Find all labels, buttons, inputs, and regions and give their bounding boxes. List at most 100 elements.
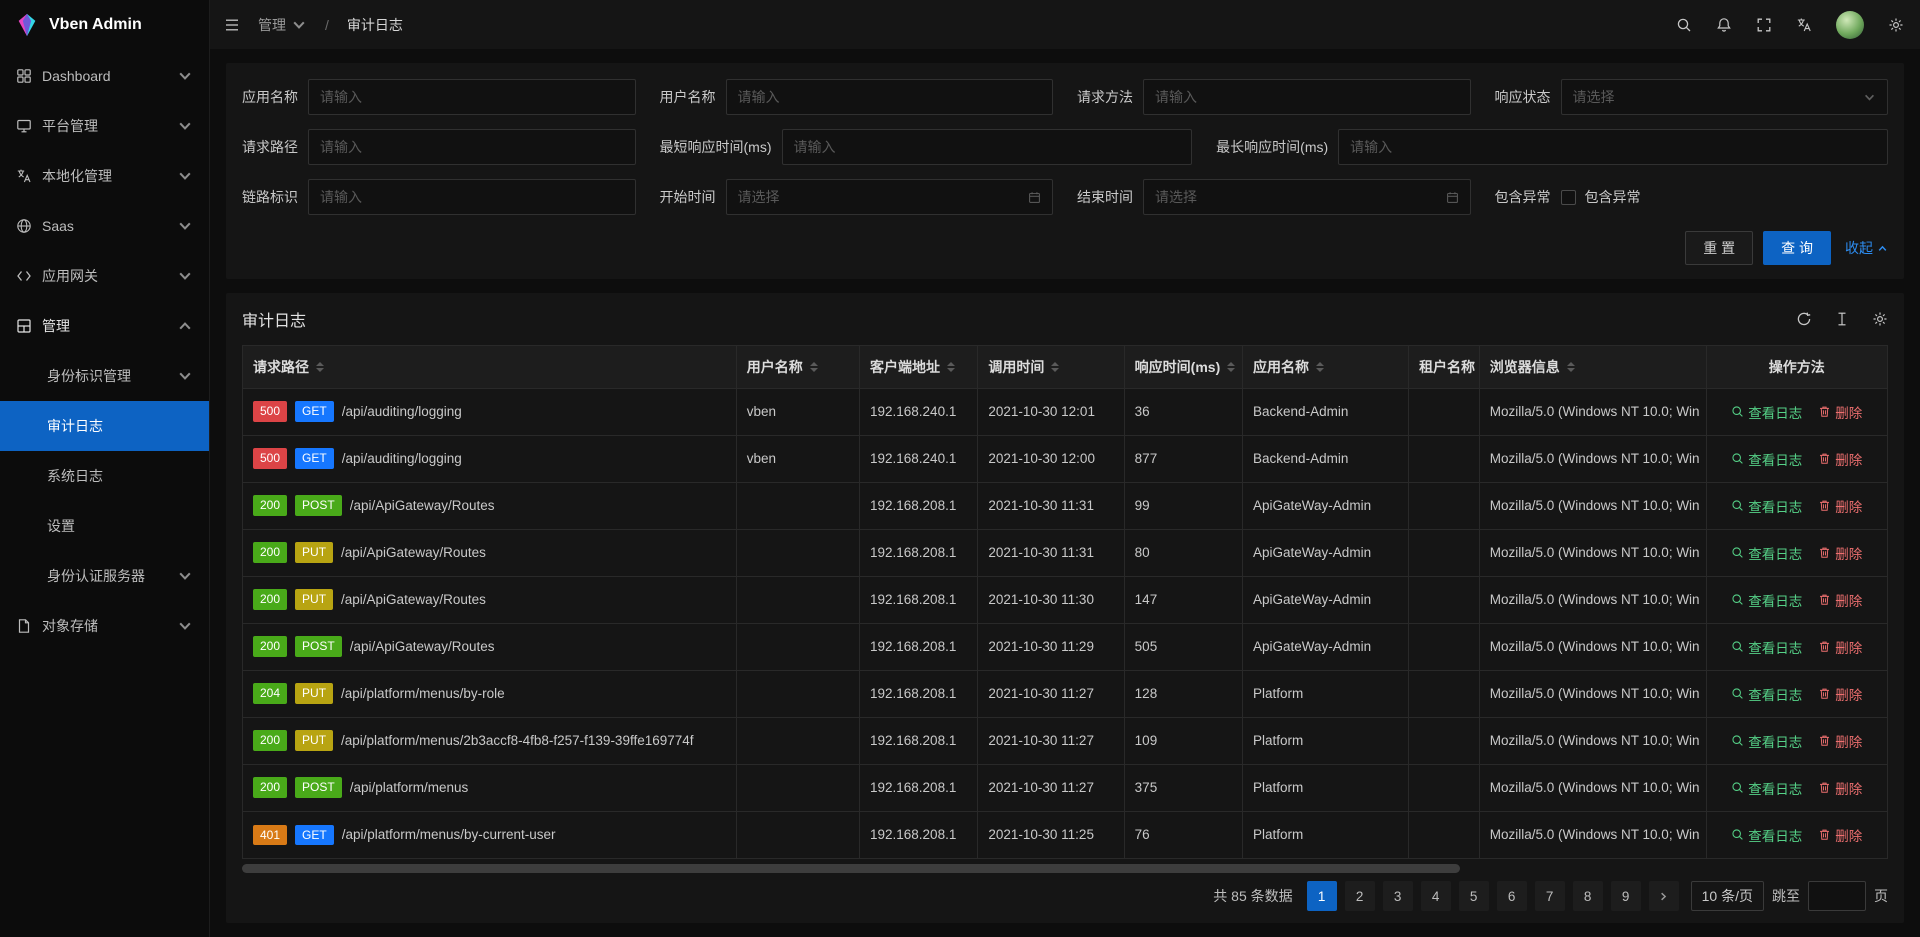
app-name-input[interactable]	[308, 79, 636, 115]
next-page-button[interactable]	[1649, 881, 1679, 911]
delete-button[interactable]: 删除	[1818, 449, 1862, 469]
max-response-time-input[interactable]	[1338, 129, 1888, 165]
min-response-time-input[interactable]	[782, 129, 1193, 165]
view-log-button[interactable]: 查看日志	[1731, 637, 1802, 657]
has-exception-checkbox[interactable]	[1561, 190, 1576, 205]
column-header-6[interactable]: 租户名称	[1409, 346, 1480, 388]
delete-button[interactable]: 删除	[1818, 684, 1862, 704]
fullscreen-icon[interactable]	[1756, 17, 1772, 33]
start-time-date-picker[interactable]: 请选择	[726, 179, 1054, 215]
app-root: Vben Admin Dashboard平台管理本地化管理Saas应用网关管理身…	[0, 0, 1920, 937]
view-log-button[interactable]: 查看日志	[1731, 684, 1802, 704]
translate-icon[interactable]	[1796, 17, 1812, 33]
page-button-3[interactable]: 3	[1383, 881, 1413, 911]
end-time-date-picker[interactable]: 请选择	[1143, 179, 1471, 215]
delete-button[interactable]: 删除	[1818, 825, 1862, 845]
user-avatar[interactable]	[1836, 11, 1864, 39]
content: 应用名称用户名称请求方法响应状态请选择请求路径最短响应时间(ms)最长响应时间(…	[210, 49, 1920, 937]
view-log-button[interactable]: 查看日志	[1731, 778, 1802, 798]
page-size-select[interactable]: 10 条/页	[1691, 881, 1764, 911]
reset-button[interactable]: 重 置	[1685, 231, 1753, 265]
page-button-9[interactable]: 9	[1611, 881, 1641, 911]
storage-icon	[16, 618, 32, 634]
breadcrumb-root[interactable]: 管理	[258, 15, 307, 35]
column-header-7[interactable]: 浏览器信息	[1479, 346, 1706, 388]
method-badge: POST	[295, 495, 342, 515]
page-button-2[interactable]: 2	[1345, 881, 1375, 911]
column-header-1[interactable]: 用户名称	[736, 346, 859, 388]
refresh-icon[interactable]	[1796, 311, 1812, 327]
delete-button[interactable]: 删除	[1818, 731, 1862, 751]
calendar-icon	[1028, 191, 1041, 204]
row-height-icon[interactable]	[1834, 311, 1850, 327]
scrollbar-thumb[interactable]	[242, 864, 1460, 873]
collapse-link[interactable]: 收起	[1845, 238, 1888, 258]
page-button-4[interactable]: 4	[1421, 881, 1451, 911]
table-row: 401GET/api/platform/menus/by-current-use…	[243, 811, 1887, 858]
page-button-5[interactable]: 5	[1459, 881, 1489, 911]
sidebar-item-platform[interactable]: 平台管理	[0, 101, 209, 151]
search-icon[interactable]	[1676, 17, 1692, 33]
delete-button[interactable]: 删除	[1818, 543, 1862, 563]
jump-page-input[interactable]	[1808, 881, 1866, 911]
sidebar-item-object-storage[interactable]: 对象存储	[0, 601, 209, 651]
sidebar-item-system-log[interactable]: 系统日志	[0, 451, 209, 501]
view-log-button[interactable]: 查看日志	[1731, 543, 1802, 563]
sidebar-item-auth-server[interactable]: 身份认证服务器	[0, 551, 209, 601]
logo-icon	[14, 12, 40, 38]
bell-icon[interactable]	[1716, 17, 1732, 33]
horizontal-scrollbar[interactable]	[242, 864, 1888, 873]
view-log-button[interactable]: 查看日志	[1731, 731, 1802, 751]
sidebar-item-gateway[interactable]: 应用网关	[0, 251, 209, 301]
page-button-1[interactable]: 1	[1307, 881, 1337, 911]
action-label: 删除	[1835, 402, 1862, 422]
settings-icon[interactable]	[1872, 311, 1888, 327]
trace-id-input[interactable]	[308, 179, 636, 215]
sidebar-item-identity[interactable]: 身份标识管理	[0, 351, 209, 401]
panel-title: 审计日志	[242, 307, 306, 331]
view-log-button[interactable]: 查看日志	[1731, 402, 1802, 422]
cell-call-time: 2021-10-30 11:31	[978, 529, 1124, 576]
view-log-button[interactable]: 查看日志	[1731, 825, 1802, 845]
delete-button[interactable]: 删除	[1818, 637, 1862, 657]
page-button-8[interactable]: 8	[1573, 881, 1603, 911]
menu-fold-icon[interactable]	[224, 17, 240, 33]
page-button-6[interactable]: 6	[1497, 881, 1527, 911]
delete-button[interactable]: 删除	[1818, 496, 1862, 516]
filter-label: 应用名称	[242, 87, 298, 107]
sidebar-item-localization[interactable]: 本地化管理	[0, 151, 209, 201]
filter-field-max-response-time: 最长响应时间(ms)	[1216, 129, 1888, 165]
table-row: 200POST/api/ApiGateway/Routes192.168.208…	[243, 623, 1887, 670]
column-header-4[interactable]: 响应时间(ms)	[1124, 346, 1242, 388]
column-header-3[interactable]: 调用时间	[978, 346, 1124, 388]
sidebar-item-audit-log[interactable]: 审计日志	[0, 401, 209, 451]
delete-button[interactable]: 删除	[1818, 402, 1862, 422]
request-method-input[interactable]	[1143, 79, 1471, 115]
column-label: 操作方法	[1769, 357, 1825, 377]
cell-client-address: 192.168.240.1	[860, 435, 978, 482]
cell-browser-info: Mozilla/5.0 (Windows NT 10.0; Win	[1479, 435, 1706, 482]
column-header-5[interactable]: 应用名称	[1243, 346, 1409, 388]
delete-button[interactable]: 删除	[1818, 590, 1862, 610]
user-name-input[interactable]	[726, 79, 1054, 115]
sidebar-item-management[interactable]: 管理	[0, 301, 209, 351]
cell-client-address: 192.168.208.1	[860, 811, 978, 858]
filter-field-start-time: 开始时间请选择	[660, 179, 1054, 215]
view-log-button[interactable]: 查看日志	[1731, 590, 1802, 610]
search-icon	[1731, 781, 1744, 794]
pagination-total: 共 85 条数据	[1213, 886, 1292, 906]
request-path-input[interactable]	[308, 129, 636, 165]
delete-button[interactable]: 删除	[1818, 778, 1862, 798]
query-button[interactable]: 查 询	[1763, 231, 1831, 265]
column-header-0[interactable]: 请求路径	[243, 346, 736, 388]
sidebar-item-saas[interactable]: Saas	[0, 201, 209, 251]
trash-icon	[1818, 734, 1831, 747]
sidebar-item-dashboard[interactable]: Dashboard	[0, 51, 209, 101]
page-button-7[interactable]: 7	[1535, 881, 1565, 911]
column-header-2[interactable]: 客户端地址	[860, 346, 978, 388]
view-log-button[interactable]: 查看日志	[1731, 449, 1802, 469]
settings-icon[interactable]	[1888, 17, 1904, 33]
view-log-button[interactable]: 查看日志	[1731, 496, 1802, 516]
sidebar-item-settings[interactable]: 设置	[0, 501, 209, 551]
response-status-select[interactable]: 请选择	[1561, 79, 1889, 115]
